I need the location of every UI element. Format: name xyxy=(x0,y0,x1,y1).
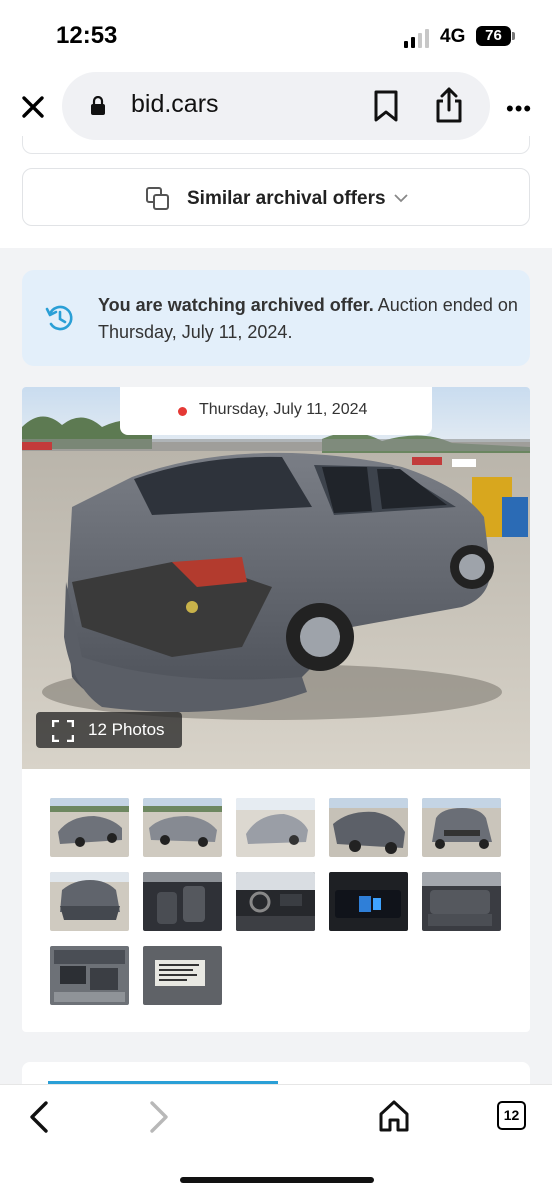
auction-date: Thursday, July 11, 2024 xyxy=(199,401,368,418)
copy-icon xyxy=(145,186,171,217)
clock: 12:53 xyxy=(56,22,118,49)
address-bar[interactable]: bid.cars xyxy=(62,72,490,140)
lock-icon xyxy=(90,95,106,121)
share-icon[interactable] xyxy=(434,86,464,129)
similar-offers-section: Similar archival offers xyxy=(0,136,552,248)
gallery-card: Thursday, July 11, 2024 12 Photos xyxy=(22,387,530,1032)
thumbnail-engine[interactable] xyxy=(50,946,129,1005)
photos-count-label: 12 Photos xyxy=(88,720,165,739)
thumbnail-front-left[interactable] xyxy=(143,798,222,857)
history-icon xyxy=(44,302,76,339)
forward-icon[interactable] xyxy=(146,1099,170,1140)
battery-tip xyxy=(512,32,515,40)
home-indicator xyxy=(180,1177,374,1183)
more-icon[interactable]: ••• xyxy=(506,96,532,122)
archived-notice: You are watching archived offer. Auction… xyxy=(22,270,530,366)
expand-icon xyxy=(51,719,75,747)
thumbnail-rear-white[interactable] xyxy=(236,798,315,857)
similar-offers-label: Similar archival offers xyxy=(187,188,386,209)
bookmark-icon[interactable] xyxy=(372,89,400,128)
auction-date-tab: Thursday, July 11, 2024 xyxy=(120,387,432,435)
thumbnail-front-close[interactable] xyxy=(329,798,408,857)
thumbnail-rear-seats[interactable] xyxy=(422,872,501,931)
main-photo[interactable]: Thursday, July 11, 2024 12 Photos xyxy=(22,387,530,769)
chevron-down-icon xyxy=(393,191,409,209)
battery-icon: 76 xyxy=(476,26,511,46)
thumbnail-vin-label[interactable] xyxy=(143,946,222,1005)
home-icon[interactable] xyxy=(378,1099,410,1138)
thumbnail-rear-bumper[interactable] xyxy=(50,872,129,931)
tabs-count-button[interactable]: 12 xyxy=(497,1101,526,1130)
thumbnail-front-seats[interactable] xyxy=(143,872,222,931)
close-icon[interactable] xyxy=(18,92,48,122)
browser-toolbar: 12 xyxy=(0,1084,552,1195)
thumbnail-infotainment[interactable] xyxy=(329,872,408,931)
thumbnail-front[interactable] xyxy=(422,798,501,857)
thumbnail-dashboard[interactable] xyxy=(236,872,315,931)
thumbnail-rear-left[interactable] xyxy=(50,798,129,857)
back-icon[interactable] xyxy=(28,1099,52,1140)
url-text: bid.cars xyxy=(131,90,219,118)
card-edge xyxy=(22,136,530,154)
signal-icon xyxy=(404,29,429,48)
notice-text: You are watching archived offer. Auction… xyxy=(98,292,518,346)
status-dot xyxy=(178,407,187,416)
network-type: 4G xyxy=(440,26,466,47)
status-bar: 12:53 4G 76 xyxy=(0,0,552,72)
notice-bold: You are watching archived offer. xyxy=(98,295,374,315)
similar-offers-button[interactable]: Similar archival offers xyxy=(22,168,530,226)
photos-count-button[interactable]: 12 Photos xyxy=(36,712,182,748)
